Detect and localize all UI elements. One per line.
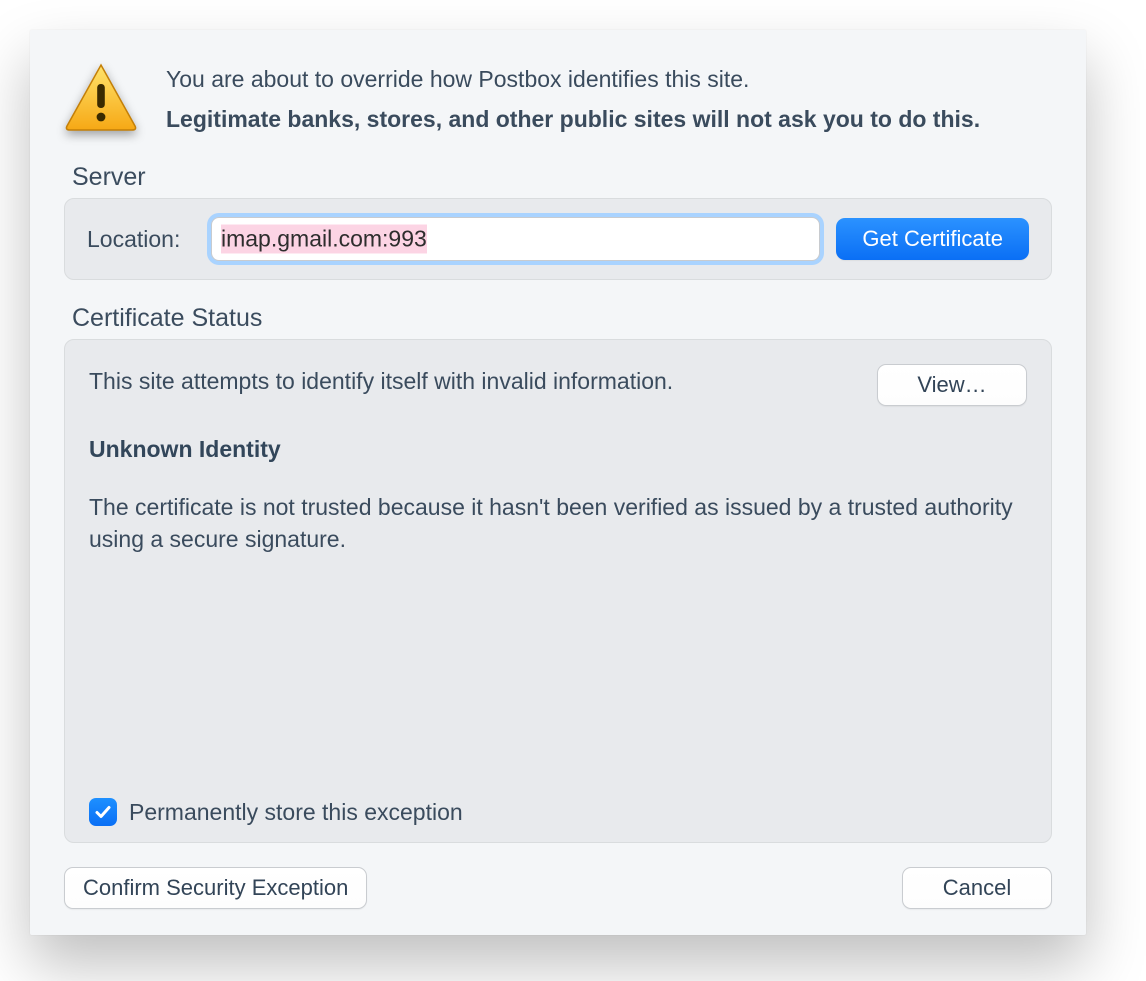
status-section-label: Certificate Status	[72, 304, 1052, 333]
security-exception-dialog: You are about to override how Postbox id…	[30, 30, 1086, 935]
location-input[interactable]	[211, 217, 820, 261]
intro-line-2: Legitimate banks, stores, and other publ…	[166, 102, 1052, 138]
server-section-label: Server	[72, 163, 1052, 192]
intro-line-1: You are about to override how Postbox id…	[166, 62, 1052, 98]
permanently-store-label: Permanently store this exception	[129, 799, 463, 826]
warning-icon	[64, 62, 138, 132]
status-heading: Unknown Identity	[89, 436, 1027, 463]
view-certificate-button[interactable]: View…	[877, 364, 1027, 406]
status-body: The certificate is not trusted because i…	[89, 491, 1027, 555]
permanently-store-checkbox[interactable]	[89, 798, 117, 826]
confirm-security-exception-button[interactable]: Confirm Security Exception	[64, 867, 367, 909]
server-groupbox: Location: imap.gmail.com:993 Get Certifi…	[64, 198, 1052, 280]
location-label: Location:	[87, 226, 195, 253]
status-groupbox: This site attempts to identify itself wi…	[64, 339, 1052, 843]
status-intro: This site attempts to identify itself wi…	[89, 364, 853, 399]
get-certificate-button[interactable]: Get Certificate	[836, 218, 1029, 260]
cancel-button[interactable]: Cancel	[902, 867, 1052, 909]
